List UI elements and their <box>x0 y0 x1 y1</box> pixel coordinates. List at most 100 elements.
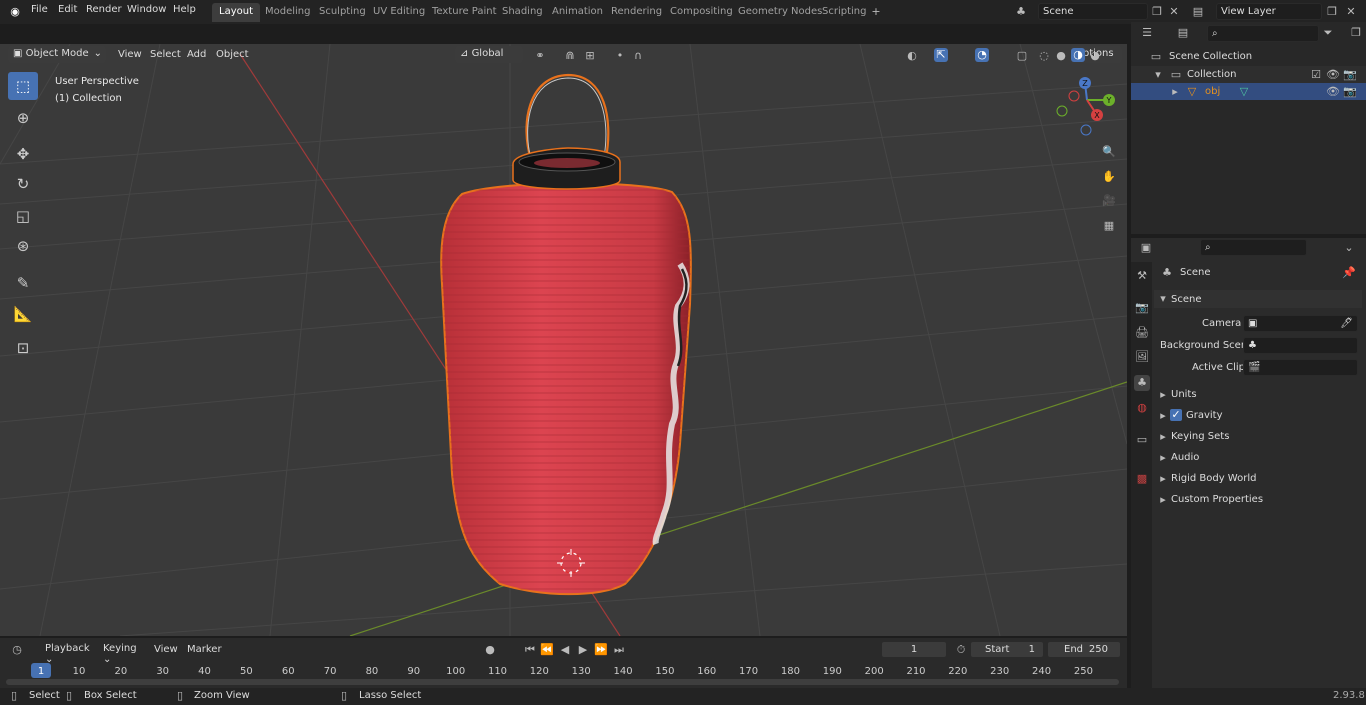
falloff-icon[interactable]: ∩ <box>631 49 645 63</box>
view-layer-icon[interactable]: ▤ <box>1191 5 1205 19</box>
select-box-tool[interactable]: ⬚ <box>8 72 38 100</box>
timeline-scrollbar[interactable] <box>6 679 1119 685</box>
properties-search-input[interactable]: ⌕ <box>1200 239 1307 256</box>
tab-rendering[interactable]: Rendering <box>604 3 669 22</box>
move-tool[interactable]: ✥ <box>8 140 38 168</box>
rigid-body-world-panel[interactable]: ▸ Rigid Body World <box>1154 470 1362 488</box>
jump-start-icon[interactable]: ⏮ <box>523 643 537 657</box>
camera-render-icon[interactable]: 📷 <box>1343 85 1357 99</box>
texture-tab-icon[interactable]: ▩ <box>1134 471 1150 487</box>
camera-field[interactable]: ▣ 🖊 <box>1243 315 1358 332</box>
keying-sets-panel[interactable]: ▸ Keying Sets <box>1154 428 1362 446</box>
eyedropper-icon[interactable]: 🖊 <box>1340 318 1353 329</box>
chevron-down-icon[interactable]: ⌄ <box>1342 241 1356 255</box>
scene-tab-icon[interactable]: ♣ <box>1134 375 1150 391</box>
menu-edit[interactable]: Edit <box>58 4 77 15</box>
snap-target-icon[interactable]: ⊞ <box>583 49 597 63</box>
rotate-tool[interactable]: ↻ <box>8 170 38 198</box>
camera-render-icon[interactable]: 📷 <box>1343 68 1357 82</box>
menu-view[interactable]: View <box>118 49 142 60</box>
tab-scripting[interactable]: Scripting <box>815 3 873 22</box>
pivot-point-icon[interactable]: ⚭ <box>533 49 547 63</box>
next-keyframe-icon[interactable]: ⏩ <box>594 643 608 657</box>
units-panel[interactable]: ▸ Units <box>1154 386 1362 404</box>
menu-help[interactable]: Help <box>173 4 196 15</box>
add-cube-tool[interactable]: ⊡ <box>8 334 38 362</box>
new-scene-icon[interactable]: ❐ <box>1150 5 1164 19</box>
menu-select[interactable]: Select <box>150 49 181 60</box>
object-mode-dropdown[interactable]: ▣ Object Mode ⌄ <box>8 46 106 63</box>
pan-hand-icon[interactable]: ✋ <box>1101 170 1117 186</box>
cursor-tool[interactable]: ⊕ <box>8 104 38 132</box>
rendered-shading-icon[interactable]: ◕ <box>1088 49 1102 63</box>
filter-icon[interactable]: ⏷ <box>1321 26 1335 40</box>
navigation-gizmo[interactable]: Z Y X <box>1052 74 1122 140</box>
xray-icon[interactable]: ▢ <box>1015 49 1029 63</box>
checkbox-icon[interactable]: ☑ <box>1309 68 1323 82</box>
tab-modeling[interactable]: Modeling <box>258 3 318 22</box>
close-scene-icon[interactable]: ✕ <box>1167 5 1181 19</box>
camera-view-icon[interactable]: 🎥 <box>1101 194 1117 210</box>
menu-object[interactable]: Object <box>216 49 249 60</box>
record-keyframe-icon[interactable]: ● <box>483 643 497 657</box>
timeline-marker-menu[interactable]: Marker <box>187 644 222 655</box>
timeline-view-menu[interactable]: View <box>154 644 178 655</box>
start-frame-field[interactable]: Start 1 <box>970 641 1044 658</box>
world-tab-icon[interactable]: ◍ <box>1134 400 1150 416</box>
annotate-tool[interactable]: ✎ <box>8 269 38 297</box>
scene-panel-header[interactable]: ▾ Scene <box>1154 290 1362 308</box>
stopwatch-icon[interactable]: ⏱ <box>954 643 968 657</box>
tab-texture-paint[interactable]: Texture Paint <box>425 3 504 22</box>
tool-tab-icon[interactable]: ⚒ <box>1134 268 1150 284</box>
gravity-checkbox[interactable]: ✓ <box>1170 409 1182 421</box>
render-tab-icon[interactable]: 📷 <box>1134 300 1150 316</box>
outliner-row-obj[interactable]: ▸ ▽ obj ▽ 👁 📷 <box>1131 83 1366 100</box>
scene-name-field[interactable]: Scene <box>1038 3 1148 20</box>
tab-layout[interactable]: Layout <box>212 3 260 22</box>
mesh-data-icon[interactable]: ▽ <box>1237 85 1251 99</box>
playback-menu[interactable]: Playback ⌄ <box>40 641 96 665</box>
keying-menu[interactable]: Keying ⌄ <box>98 641 146 665</box>
tab-uv-editing[interactable]: UV Editing <box>366 3 432 22</box>
expand-arrow-icon[interactable]: ▾ <box>1151 68 1165 82</box>
outliner-row-scene-collection[interactable]: ▭ Scene Collection <box>1131 48 1366 65</box>
new-view-layer-icon[interactable]: ❐ <box>1325 5 1339 19</box>
display-mode-icon[interactable]: ▤ <box>1176 26 1190 40</box>
collection-tab-icon[interactable]: ▭ <box>1134 432 1150 448</box>
end-frame-field[interactable]: End 250 <box>1047 641 1121 658</box>
snap-icon[interactable]: ⋒ <box>563 49 577 63</box>
solid-shading-icon[interactable]: ● <box>1054 49 1068 63</box>
zoom-icon[interactable]: 🔍 <box>1101 145 1117 161</box>
properties-editor-type-icon[interactable]: ▣ <box>1139 241 1153 255</box>
overlays-icon[interactable]: ◔ <box>975 48 989 62</box>
gizmo-toggle-icon[interactable]: ⇱ <box>934 48 948 62</box>
view-layer-tab-icon[interactable]: 🖼 <box>1134 349 1150 365</box>
current-frame-field[interactable]: 1 <box>881 641 947 658</box>
outliner-editor-type-icon[interactable]: ☰ <box>1140 26 1154 40</box>
add-workspace-icon[interactable]: + <box>869 5 883 19</box>
timeline-editor-type-icon[interactable]: ◷ <box>10 643 24 657</box>
lantern-object[interactable] <box>440 73 692 596</box>
active-clip-field[interactable]: 🎬 <box>1243 359 1358 376</box>
expand-arrow-icon[interactable]: ▸ <box>1168 85 1182 99</box>
new-collection-icon[interactable]: ❐ <box>1349 26 1363 40</box>
material-shading-icon[interactable]: ◑ <box>1071 48 1085 62</box>
custom-properties-panel[interactable]: ▸ Custom Properties <box>1154 491 1362 509</box>
3d-viewport[interactable] <box>0 44 1127 636</box>
visibility-icon[interactable]: ◐ <box>905 49 919 63</box>
perspective-toggle-icon[interactable]: ▦ <box>1101 219 1117 235</box>
transform-orientation-dropdown[interactable]: ⊿ Global <box>455 46 523 63</box>
transform-tool[interactable]: ⊛ <box>8 232 38 260</box>
wireframe-shading-icon[interactable]: ◌ <box>1037 49 1051 63</box>
tab-animation[interactable]: Animation <box>545 3 610 22</box>
jump-end-icon[interactable]: ⏭ <box>612 643 626 657</box>
measure-tool[interactable]: 📐 <box>8 300 38 328</box>
tab-sculpting[interactable]: Sculpting <box>312 3 373 22</box>
eye-icon[interactable]: 👁 <box>1326 85 1340 99</box>
background-scene-field[interactable]: ♣ <box>1243 337 1358 354</box>
scale-tool[interactable]: ◱ <box>8 202 38 230</box>
outliner-search-input[interactable]: ⌕ <box>1207 25 1319 42</box>
gravity-panel[interactable]: ▸ ✓ Gravity <box>1154 407 1362 425</box>
tab-compositing[interactable]: Compositing <box>663 3 740 22</box>
outliner-row-collection[interactable]: ▾ ▭ Collection ☑ 👁 📷 <box>1131 66 1366 83</box>
